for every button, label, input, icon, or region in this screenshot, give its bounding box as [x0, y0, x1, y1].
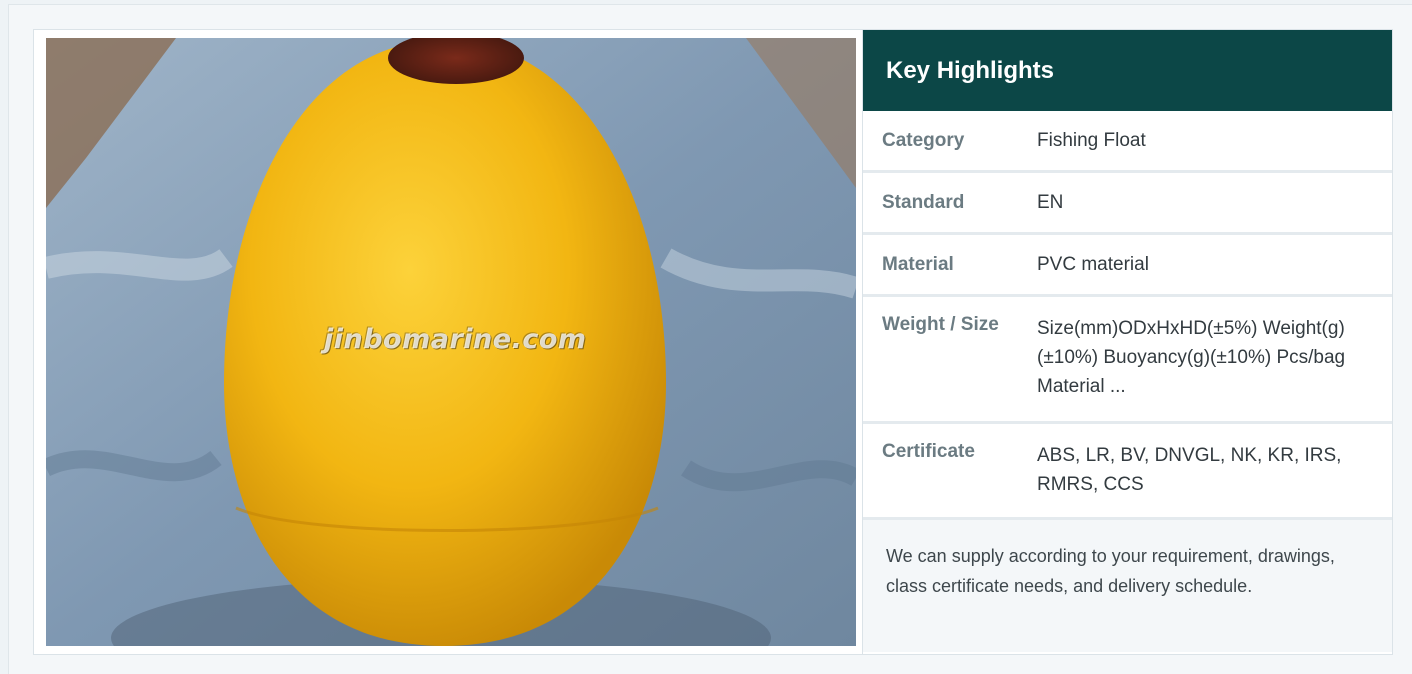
supply-note: We can supply according to your requirem… [863, 520, 1392, 652]
row-label: Category [882, 129, 965, 151]
row-value: Size(mm)ODxHxHD(±5%) Weight(g)(±10%) Buo… [1037, 318, 1346, 397]
panel-title: Key Highlights [863, 30, 1392, 111]
watermark-text: jinbomarine.com [324, 324, 587, 355]
highlight-row-category: Category Fishing Float [863, 111, 1392, 173]
row-label: Weight / Size [882, 314, 999, 335]
row-value: ABS, LR, BV, DNVGL, NK, KR, IRS, RMRS, C… [1037, 445, 1342, 495]
product-card: jinbomarine.com Key Highlights Category … [33, 29, 1393, 655]
highlight-row-certificate: Certificate ABS, LR, BV, DNVGL, NK, KR, … [863, 424, 1392, 520]
key-highlights-panel: Key Highlights Category Fishing Float St… [862, 30, 1392, 654]
row-value: EN [1037, 192, 1064, 213]
row-label: Certificate [882, 441, 975, 462]
row-value: Fishing Float [1037, 130, 1146, 151]
row-label: Material [882, 253, 954, 275]
product-image: jinbomarine.com [46, 38, 856, 646]
highlight-row-material: Material PVC material [863, 235, 1392, 297]
row-value: PVC material [1037, 254, 1149, 275]
highlight-row-standard: Standard EN [863, 173, 1392, 235]
highlight-row-weight-size: Weight / Size Size(mm)ODxHxHD(±5%) Weigh… [863, 297, 1392, 424]
row-label: Standard [882, 191, 965, 213]
page-background: jinbomarine.com Key Highlights Category … [8, 4, 1412, 674]
